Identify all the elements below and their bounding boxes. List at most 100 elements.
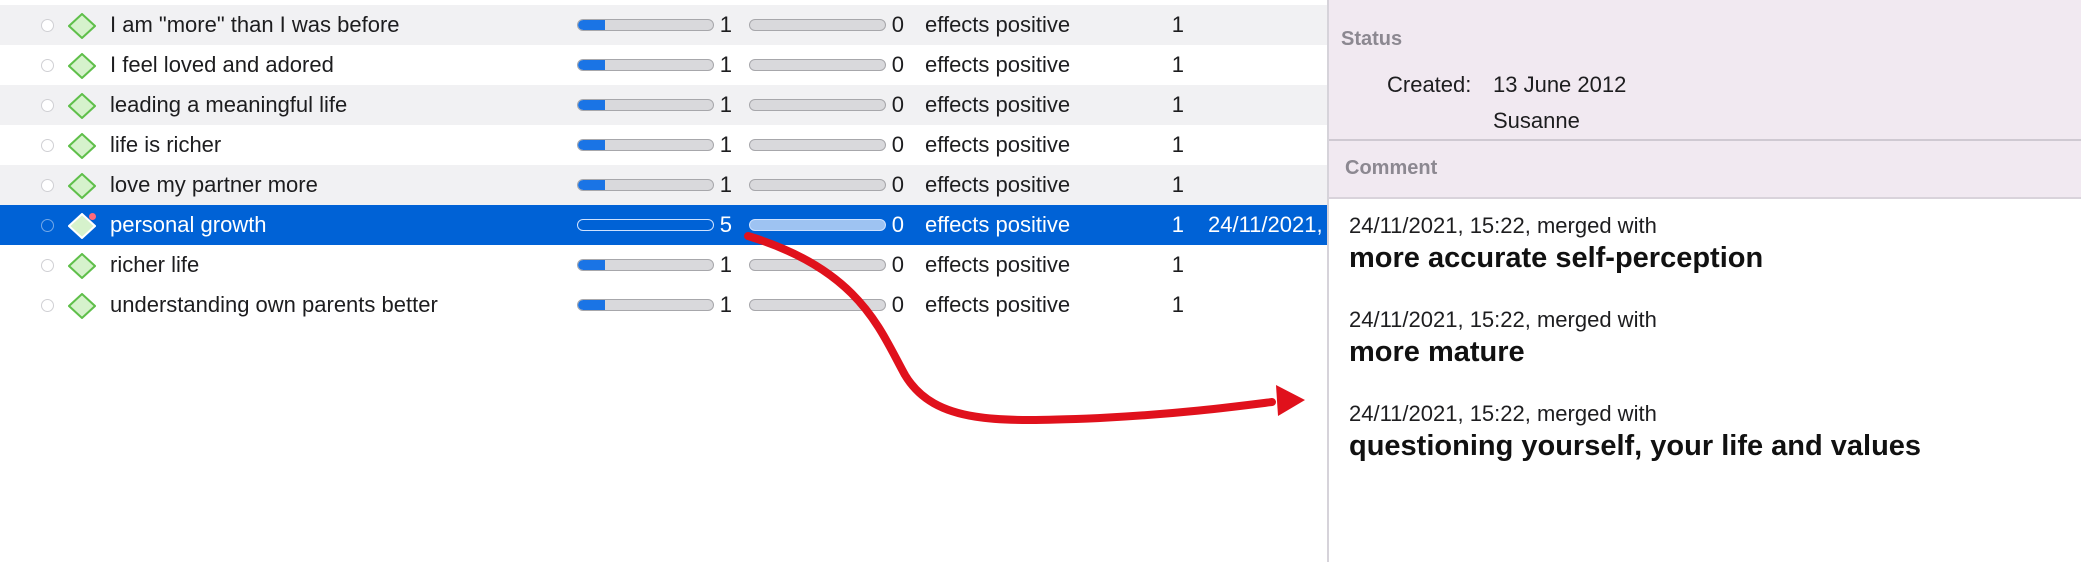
merged-code-name: questioning yourself, your life and valu… [1349, 430, 1922, 462]
relation-count: 1 [1171, 172, 1184, 197]
circle-outline-icon[interactable] [41, 99, 54, 112]
frequency-count: 1 [719, 292, 732, 317]
relation-count: 1 [1171, 292, 1184, 317]
relation-label: effects positive [925, 92, 1071, 117]
circle-outline-icon[interactable] [41, 179, 54, 192]
created-label: Created: [1387, 72, 1472, 97]
frequency-bar [577, 179, 714, 191]
codes-list: I am "more" than I was before 1 0 effect… [0, 0, 1327, 562]
secondary-count: 0 [891, 92, 904, 117]
code-diamond-icon [67, 172, 97, 200]
author-name: Susanne [1493, 108, 1580, 133]
secondary-bar [749, 179, 886, 191]
relation-count: 1 [1171, 12, 1184, 37]
frequency-bar [577, 259, 714, 271]
relation-label: effects positive [925, 292, 1071, 317]
list-row[interactable]: understanding own parents better 1 0 eff… [0, 285, 1327, 325]
code-diamond-icon [67, 52, 97, 80]
comment-title: Comment [1345, 157, 1438, 179]
code-name: I am "more" than I was before [110, 12, 400, 37]
red-dot-icon [89, 213, 96, 220]
code-name: life is richer [110, 132, 222, 157]
secondary-bar [749, 219, 886, 231]
frequency-count: 1 [719, 52, 732, 77]
frequency-bar [577, 59, 714, 71]
frequency-count: 1 [719, 252, 732, 277]
list-row[interactable]: love my partner more 1 0 effects positiv… [0, 165, 1327, 205]
secondary-count: 0 [891, 12, 904, 37]
relation-count: 1 [1171, 92, 1184, 117]
secondary-count: 0 [891, 52, 904, 77]
code-name: understanding own parents better [110, 292, 438, 317]
relation-count: 1 [1171, 212, 1184, 237]
code-name: richer life [110, 252, 200, 277]
comment-meta: 24/11/2021, 15:22, merged with [1349, 213, 1657, 238]
frequency-bar [577, 219, 714, 231]
relation-label: effects positive [925, 132, 1071, 157]
modified-date: 24/11/2021, [1208, 212, 1323, 237]
secondary-count: 0 [891, 172, 904, 197]
circle-outline-icon[interactable] [41, 219, 54, 232]
status-section: Status Created: 13 June 2012 Susanne [1329, 0, 2081, 141]
comment-text-area[interactable]: 24/11/2021, 15:22, merged with more accu… [1349, 212, 2069, 494]
frequency-count: 1 [719, 172, 732, 197]
list-row[interactable]: richer life 1 0 effects positive 1 [0, 245, 1327, 285]
circle-outline-icon[interactable] [41, 59, 54, 72]
relation-label: effects positive [925, 212, 1071, 237]
list-row[interactable]: I am "more" than I was before 1 0 effect… [0, 5, 1327, 45]
secondary-count: 0 [891, 212, 904, 237]
code-name: love my partner more [110, 172, 318, 197]
frequency-bar [577, 19, 714, 31]
code-name: I feel loved and adored [110, 52, 334, 77]
relation-label: effects positive [925, 172, 1071, 197]
frequency-count: 1 [719, 12, 732, 37]
secondary-count: 0 [891, 252, 904, 277]
secondary-bar [749, 299, 886, 311]
circle-outline-icon[interactable] [41, 299, 54, 312]
circle-outline-icon[interactable] [41, 19, 54, 32]
code-diamond-icon [67, 92, 97, 120]
secondary-count: 0 [891, 132, 904, 157]
merged-code-name: more accurate self-perception [1349, 242, 1764, 274]
code-diamond-icon [67, 292, 97, 320]
relation-count: 1 [1171, 52, 1184, 77]
status-title: Status [1341, 28, 1403, 50]
comment-meta: 24/11/2021, 15:22, merged with [1349, 401, 1657, 426]
circle-outline-icon[interactable] [41, 139, 54, 152]
relation-count: 1 [1171, 252, 1184, 277]
code-name: personal growth [110, 212, 267, 237]
comment-meta: 24/11/2021, 15:22, merged with [1349, 307, 1657, 332]
code-diamond-icon [67, 132, 97, 160]
frequency-bar [577, 99, 714, 111]
frequency-bar [577, 299, 714, 311]
code-name: leading a meaningful life [110, 92, 348, 117]
frequency-count: 5 [719, 212, 732, 237]
secondary-count: 0 [891, 292, 904, 317]
secondary-bar [749, 139, 886, 151]
frequency-bar [577, 139, 714, 151]
relation-count: 1 [1171, 132, 1184, 157]
comment-section-header: Comment [1329, 141, 2081, 199]
secondary-bar [749, 59, 886, 71]
inspector-panel: Status Created: 13 June 2012 Susanne Com… [1329, 0, 2081, 562]
secondary-bar [749, 19, 886, 31]
relation-label: effects positive [925, 52, 1071, 77]
code-diamond-icon [67, 12, 97, 40]
secondary-bar [749, 99, 886, 111]
list-row[interactable]: leading a meaningful life 1 0 effects po… [0, 85, 1327, 125]
list-row[interactable]: I feel loved and adored 1 0 effects posi… [0, 45, 1327, 85]
relation-label: effects positive [925, 12, 1071, 37]
comment-entry: 24/11/2021, 15:22, merged with questioni… [1349, 400, 2069, 464]
relation-label: effects positive [925, 252, 1071, 277]
list-row-selected[interactable]: personal growth 5 0 effects positive 1 2… [0, 205, 1327, 245]
comment-entry: 24/11/2021, 15:22, merged with more matu… [1349, 306, 2069, 370]
circle-outline-icon[interactable] [41, 259, 54, 272]
frequency-count: 1 [719, 92, 732, 117]
comment-entry: 24/11/2021, 15:22, merged with more accu… [1349, 212, 2069, 276]
frequency-count: 1 [719, 132, 732, 157]
list-row[interactable]: life is richer 1 0 effects positive 1 [0, 125, 1327, 165]
merged-code-name: more mature [1349, 336, 1525, 368]
secondary-bar [749, 259, 886, 271]
code-diamond-icon [67, 252, 97, 280]
code-diamond-icon [67, 212, 97, 240]
